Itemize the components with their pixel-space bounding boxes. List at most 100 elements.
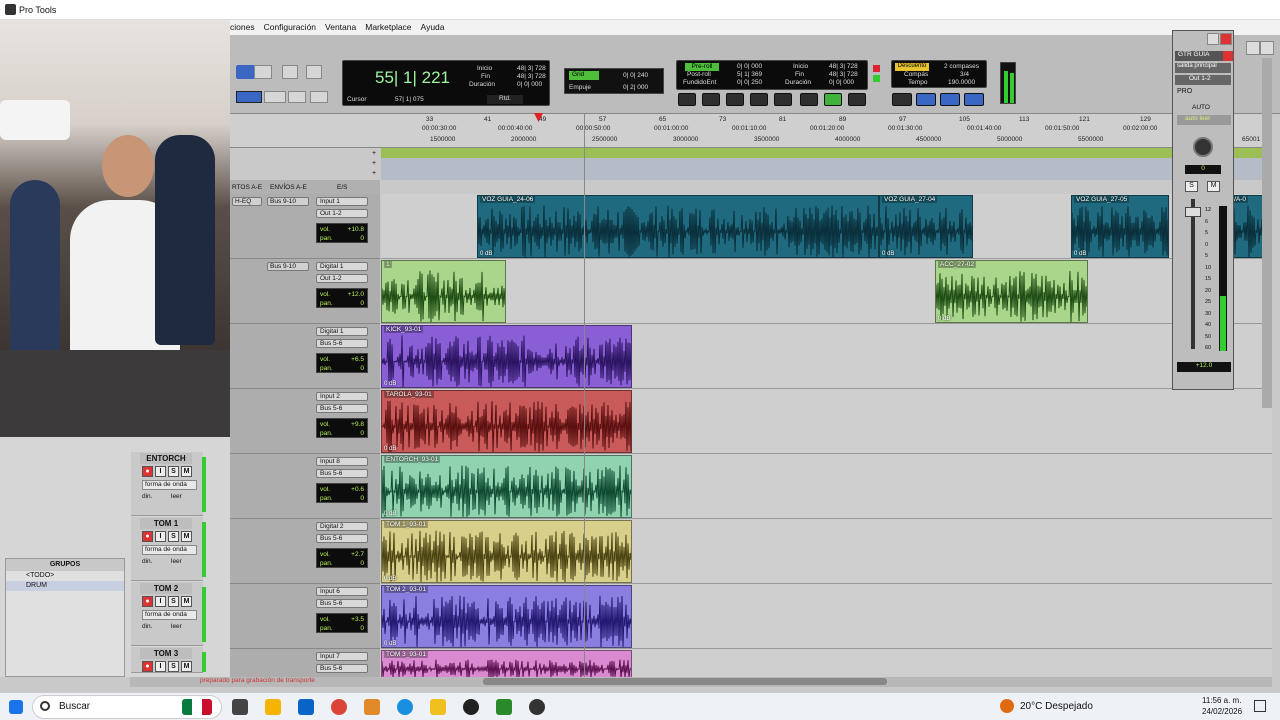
audio-clip[interactable]: 1 — [381, 260, 506, 323]
solo-button[interactable]: S — [168, 661, 179, 672]
audio-clip[interactable]: VOZ GUIA_27-05 0 dB — [1071, 195, 1169, 258]
grid-value[interactable]: 0| 0| 240 — [623, 72, 648, 79]
insert-slot[interactable]: H-EQ — [232, 197, 262, 206]
speaker-tool-icon[interactable] — [282, 65, 298, 79]
clip-lane-1[interactable] — [381, 259, 1272, 324]
pan-value[interactable]: 0 — [360, 429, 364, 438]
vol-value[interactable]: +10.8 — [348, 225, 364, 234]
strip-name[interactable]: TOM 2 — [140, 583, 192, 594]
float-bus[interactable]: Out 1-2 — [1175, 75, 1231, 85]
automation-read[interactable]: leer — [171, 623, 182, 630]
weather-text[interactable]: 20°C Despejado — [1020, 701, 1093, 712]
float-close-icon[interactable] — [1220, 33, 1232, 45]
record-button[interactable]: ● — [142, 531, 153, 542]
float-restore-icon[interactable] — [1207, 33, 1219, 45]
file-explorer-icon[interactable] — [430, 699, 446, 715]
rewind-icon[interactable] — [726, 93, 744, 106]
record-button[interactable]: ● — [142, 596, 153, 607]
float-automation-mode[interactable]: auto leer — [1177, 115, 1231, 125]
audio-clip[interactable]: VOZ GUIA_24-06 0 dB — [477, 195, 879, 258]
countoff-value[interactable]: 2 compases — [944, 63, 979, 70]
chrome-icon[interactable] — [331, 699, 347, 715]
clip-gain[interactable]: 0 dB — [882, 251, 894, 257]
mute-button[interactable]: M — [181, 466, 192, 477]
horizontal-scrollbar[interactable] — [483, 678, 887, 685]
track-view-selector[interactable]: forma de onda — [142, 610, 197, 620]
vol-value[interactable]: +2.7 — [351, 550, 364, 559]
audio-clip[interactable]: ENTORCH_93-01 0 dB — [381, 455, 632, 518]
clip-gain[interactable]: 0 dB — [384, 576, 396, 582]
add-marker-icon[interactable]: + — [372, 150, 376, 157]
input-monitor-button[interactable]: I — [155, 661, 166, 672]
record-button[interactable]: ● — [142, 466, 153, 477]
output-selector[interactable]: Bus 5-6 — [316, 664, 368, 673]
vol-pan-display[interactable]: vol. +10.8 pan. 0 — [316, 223, 368, 243]
strip-name[interactable]: ENTORCH — [140, 453, 192, 464]
record-button[interactable]: ● — [142, 661, 153, 672]
float-fader[interactable] — [1185, 207, 1201, 217]
task-view-icon[interactable] — [232, 699, 248, 715]
tempo-ruler[interactable] — [381, 158, 1272, 180]
vol-value[interactable]: +0.6 — [351, 485, 364, 494]
pan-value[interactable]: 0 — [360, 364, 364, 373]
menu-ayuda[interactable]: Ayuda — [421, 20, 445, 35]
wait-for-note-icon[interactable] — [892, 93, 912, 106]
audio-clip[interactable]: TOM 1_93-01 0 dB — [381, 520, 632, 583]
pan-value[interactable]: 0 — [360, 234, 364, 243]
playlist-label[interactable]: din. — [142, 558, 152, 565]
protools-taskbar-icon[interactable] — [463, 699, 479, 715]
add-tempo-icon[interactable]: + — [372, 160, 376, 167]
shuffle-mode-button[interactable] — [236, 91, 262, 103]
transport-length-value[interactable]: 0| 0| 000 — [829, 79, 854, 86]
input-selector[interactable]: Input 2 — [316, 392, 368, 401]
output-selector[interactable]: Bus 5-6 — [316, 599, 368, 608]
marker-ruler[interactable] — [381, 148, 1272, 158]
vol-value[interactable]: +6.5 — [351, 355, 364, 364]
input-selector[interactable]: Input 1 — [316, 197, 368, 206]
pan-value[interactable]: 0 — [360, 494, 364, 503]
track-view-selector[interactable]: forma de onda — [142, 480, 197, 490]
send-slot[interactable]: Bus 9-10 — [267, 262, 309, 271]
vol-pan-display[interactable]: vol. +6.5 pan. 0 — [316, 353, 368, 373]
output-selector[interactable]: Bus 5-6 — [316, 469, 368, 478]
hand-tool-icon[interactable] — [254, 65, 272, 79]
edge-icon[interactable] — [397, 699, 413, 715]
mute-button[interactable]: M — [181, 596, 192, 607]
vol-value[interactable]: +12.0 — [348, 290, 364, 299]
vol-pan-display[interactable]: vol. +12.0 pan. 0 — [316, 288, 368, 308]
clock-date[interactable]: 24/02/2026 — [1202, 707, 1242, 716]
solo-button[interactable]: S — [168, 596, 179, 607]
clip-gain[interactable]: 0 dB — [384, 381, 396, 387]
menu-ventana[interactable]: Ventana — [325, 20, 356, 35]
length-value[interactable]: 0| 0| 000 — [517, 81, 542, 88]
obs-icon[interactable] — [529, 699, 545, 715]
expand-icon[interactable] — [1260, 41, 1274, 55]
solo-button[interactable]: S — [168, 531, 179, 542]
transport-start-value[interactable]: 48| 3| 728 — [829, 63, 858, 70]
postroll-value[interactable]: 5| 1| 369 — [737, 71, 762, 78]
notifications-icon[interactable] — [1254, 700, 1266, 712]
clip-gain[interactable]: 0 dB — [384, 446, 396, 452]
menu-operaciones[interactable]: ciones — [230, 20, 255, 35]
input-selector[interactable]: Digital 1 — [316, 262, 368, 271]
output-selector[interactable]: Out 1-2 — [316, 274, 368, 283]
vol-value[interactable]: +3.5 — [351, 615, 364, 624]
clip-gain[interactable]: 0 dB — [480, 251, 492, 257]
store-icon[interactable] — [265, 699, 281, 715]
float-record-icon[interactable] — [1223, 51, 1233, 61]
float-pan-value[interactable]: 0 — [1185, 165, 1221, 174]
pan-value[interactable]: 0 — [360, 624, 364, 633]
send-slot[interactable]: Bus 9-10 — [267, 197, 309, 206]
zoom-tool-icon[interactable] — [236, 65, 256, 79]
vol-pan-display[interactable]: vol. +3.5 pan. 0 — [316, 613, 368, 633]
audio-clip[interactable]: TOM 2_93-01 0 dB — [381, 585, 632, 648]
playhead-line[interactable] — [584, 114, 585, 677]
input-monitor-button[interactable]: I — [155, 531, 166, 542]
end-value[interactable]: 48| 3| 728 — [517, 73, 546, 80]
online-button[interactable] — [678, 93, 696, 106]
group-all[interactable]: <TODO> — [6, 571, 124, 581]
vol-pan-display[interactable]: vol. +2.7 pan. 0 — [316, 548, 368, 568]
clip-gain[interactable]: 0 dB — [384, 511, 396, 517]
record-icon[interactable] — [848, 93, 866, 106]
clip-gain[interactable]: 0 dB — [938, 316, 950, 322]
